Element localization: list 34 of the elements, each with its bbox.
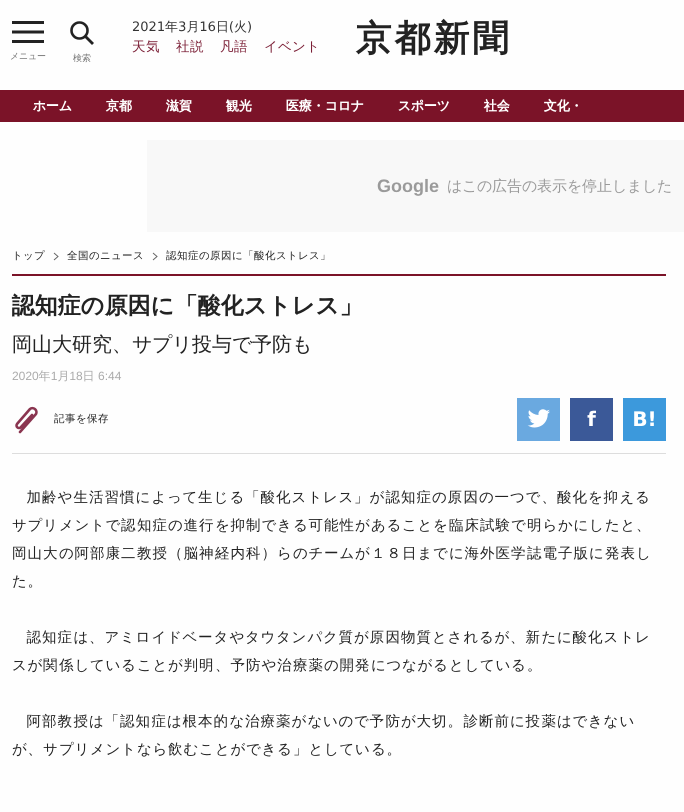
menu-icon[interactable] — [12, 20, 44, 44]
facebook-share-button[interactable]: f — [570, 398, 613, 440]
nav-link[interactable]: 京都 — [106, 97, 132, 115]
ad-message: はこの広告の表示を停止しました — [447, 176, 672, 196]
nav-link[interactable]: 社会 — [484, 97, 510, 115]
chevron-icon — [53, 252, 59, 260]
nav-link[interactable]: 観光 — [226, 97, 252, 115]
breadcrumb-link[interactable]: 認知症の原因に「酸化ストレス」 — [166, 249, 331, 263]
article-title: 認知症の原因に「酸化ストレス」 — [12, 292, 364, 321]
current-date: 2021年3月16日(火) — [132, 19, 254, 36]
save-article-link[interactable]: 記事を保存 — [54, 412, 109, 426]
header-link[interactable]: イベント — [264, 38, 320, 56]
nav-link[interactable]: 滋賀 — [166, 97, 192, 115]
nav-link[interactable]: 医療・コロナ — [286, 97, 364, 115]
search-icon[interactable] — [69, 20, 95, 46]
breadcrumb-link[interactable]: 全国のニュース — [67, 249, 144, 263]
publish-date: 2020年1月18日 6:44 — [12, 368, 122, 385]
header-link[interactable]: 社説 — [176, 38, 204, 56]
article-subtitle: 岡山大研究、サプリ投与で予防も — [12, 331, 313, 358]
ad-brand: Google — [377, 176, 439, 196]
article-paragraph: 認知症は、アミロイドベータやタウタンパク質が原因物質とされるが、新たに酸化ストレスが関係していることが判明、予防や治療薬の開発につながるとしている。 — [12, 628, 652, 676]
header-link[interactable]: 凡語 — [220, 38, 248, 56]
menu-label: メニュー — [10, 51, 46, 63]
search-label: 検索 — [73, 52, 91, 65]
nav-link[interactable]: ホーム — [33, 97, 72, 115]
bird-icon — [526, 409, 550, 429]
nav-link[interactable]: 文化・ — [544, 97, 583, 115]
chevron-icon — [152, 252, 158, 260]
article-paragraph: 加齢や生活習慣によって生じる「酸化ストレス」が認知症の原因の一つで、酸化を抑えるサプリメントで認知症の進行を抑制できる可能性があることを臨床試験で明らかにしたと、岡山大の阿部康二教授（脳神経内科）らのチームが１８日までに海外医学誌電子版に発表した。 — [12, 489, 653, 592]
logo[interactable]: 京都新聞 — [356, 14, 512, 63]
breadcrumb-link[interactable]: トップ — [12, 249, 45, 263]
nav-link[interactable]: スポーツ — [398, 97, 450, 115]
header-link[interactable]: 天気 — [132, 38, 160, 56]
article-paragraph: 阿部教授は「認知症は根本的な治療薬がないので予防が大切。診断前に投薬はできないが、サプリメントなら飲むことができる」としている。 — [12, 712, 636, 760]
